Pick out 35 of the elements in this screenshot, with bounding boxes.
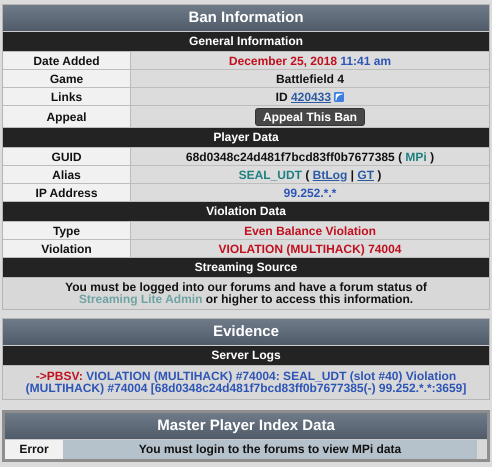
panel-title: Master Player Index Data [5,413,487,440]
table-cell: 99.252.*.* [130,184,489,202]
link[interactable]: BtLog [312,168,348,182]
link[interactable]: SEAL_UDT [238,168,302,182]
table-cell: Alias [3,166,130,184]
appeal-button[interactable]: Appeal This Ban [254,108,365,126]
table-cell: Appeal [3,106,130,128]
section-heading: Streaming Source [3,258,489,278]
feed-icon[interactable] [334,92,344,102]
table-cell: GUID [3,148,130,166]
panel-title: Evidence [3,319,489,346]
table-cell: 68d0348c24d481f7bcd83ff0b7677385 ( MPi ) [130,148,489,166]
table-cell: ID 420433 [130,88,489,106]
table-cell: Links [3,88,130,106]
table-cell: Battlefield 4 [130,70,489,88]
section-heading: General Information [3,32,489,52]
link[interactable]: 420433 [290,90,332,104]
log-entry: ->PBSV: VIOLATION (MULTIHACK) #74004: SEAL_UDT (slot #40) Violation (MULTIHACK) #74004 [68d0348c24d481f7bcd83ff0b7677385(-) 99.252.*.*:3659] [24,368,468,397]
link[interactable]: GT [357,168,374,182]
table-cell: Error [5,440,63,459]
link[interactable]: MPi [405,150,427,164]
table-cell: Game [3,70,130,88]
table-cell: Date Added [3,52,130,70]
notice-text: You must be logged into our forums and have a forum status of Streaming Lite Admin or higher to access this information. [64,279,428,308]
table-cell: December 25, 2018 11:41 am [130,52,489,70]
table-cell: Violation [3,240,130,258]
table-cell: SEAL_UDT ( BtLog | GT ) [130,166,489,184]
section-heading: Violation Data [3,202,489,222]
panel-title: Ban Information [3,5,489,32]
table-cell: Type [3,222,130,240]
table-cell: Even Balance Violation [130,222,489,240]
table-cell: IP Address [3,184,130,202]
table-cell: VIOLATION (MULTIHACK) 74004 [130,240,489,258]
section-heading: Player Data [3,128,489,148]
section-heading: Server Logs [3,346,489,366]
